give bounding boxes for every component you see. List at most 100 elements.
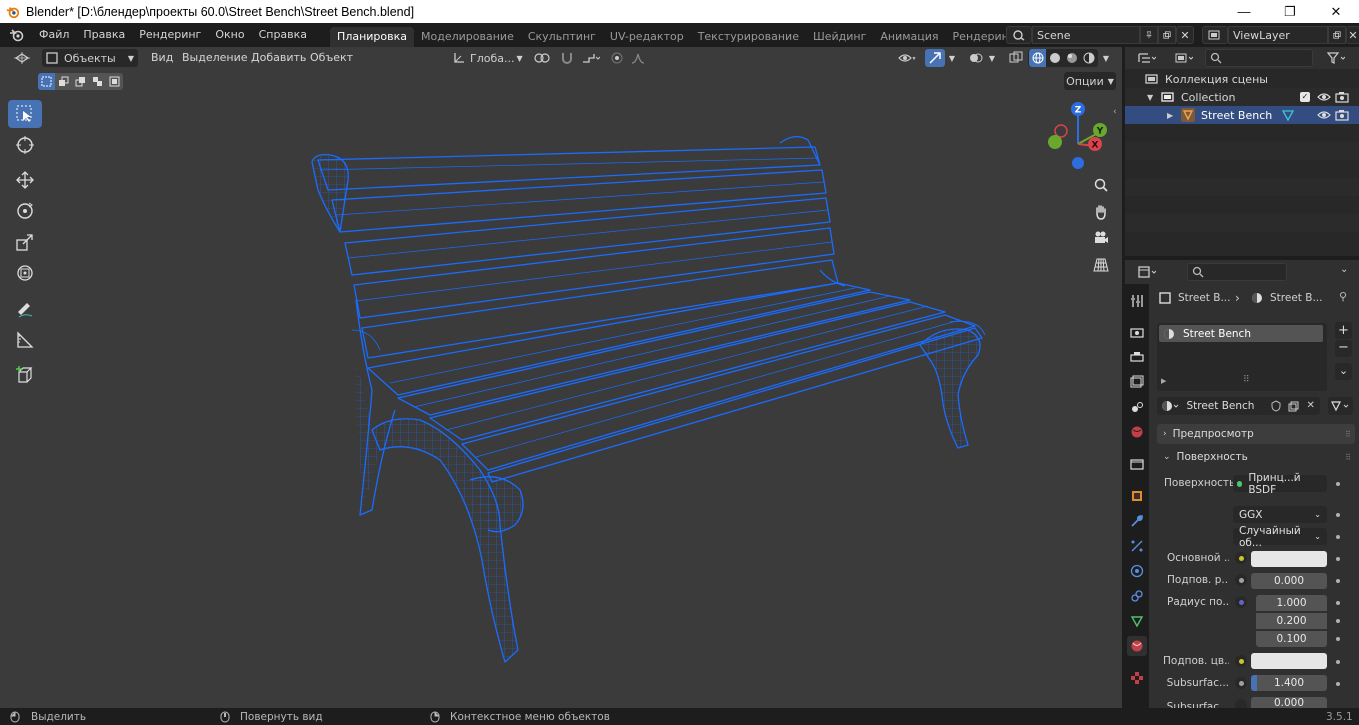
pan-button[interactable] [1089, 200, 1113, 224]
eye-icon[interactable] [1317, 110, 1331, 120]
camera-view-button[interactable] [1089, 226, 1113, 250]
subsurface-anisotropy-field[interactable]: 0.000 [1251, 697, 1327, 709]
material-name-field[interactable]: Street Bench [1182, 397, 1267, 415]
socket-purple-icon[interactable] [1235, 596, 1247, 608]
fake-user-button[interactable] [1266, 397, 1285, 415]
distribution-selector[interactable]: GGX ⌄ [1233, 506, 1327, 523]
drag-handle-icon[interactable]: ⠿ [1345, 430, 1351, 439]
neg-z-axis-button[interactable] [1072, 157, 1084, 169]
delete-scene-icon[interactable]: ✕ [1176, 26, 1194, 44]
outliner-collection[interactable]: ▼ Collection ✓ [1125, 88, 1359, 106]
surface-panel-header[interactable]: ⌄ Поверхность ⠿ [1157, 447, 1355, 467]
tab-texture-paint[interactable]: Текстурирование [691, 27, 806, 47]
delete-view-layer-icon[interactable]: ✕ [1346, 26, 1359, 44]
camera-render-icon[interactable] [1335, 109, 1349, 121]
outliner-search-input[interactable] [1205, 49, 1313, 67]
blender-menu-icon[interactable] [2, 25, 32, 45]
base-color-swatch[interactable] [1251, 551, 1327, 567]
render-tab[interactable] [1127, 322, 1147, 342]
minimize-button[interactable]: — [1221, 0, 1267, 23]
chevron-down-icon[interactable]: ⌄ [1340, 264, 1348, 275]
physics-tab[interactable] [1127, 561, 1147, 581]
material-slot-row[interactable]: Street Bench [1159, 325, 1323, 342]
unlink-material-button[interactable]: ✕ [1301, 397, 1320, 415]
subsurface-radius-y-field[interactable]: 0.200 [1256, 613, 1327, 629]
material-tab[interactable] [1127, 636, 1147, 656]
eye-icon[interactable] [1317, 92, 1331, 102]
neg-x-axis-button[interactable] [1054, 124, 1068, 138]
tab-sculpting[interactable]: Скульптинг [521, 27, 603, 47]
view-layer-selector[interactable]: ViewLayer [1228, 26, 1328, 44]
tab-modeling[interactable]: Моделирование [414, 27, 521, 47]
display-mode-selector[interactable] [1169, 49, 1199, 67]
keyframe-dot[interactable] [1336, 513, 1340, 517]
scene-selector[interactable]: Scene [1032, 26, 1140, 44]
socket-grey-icon[interactable] [1235, 574, 1247, 586]
particles-tab[interactable] [1127, 536, 1147, 556]
scene-pin-icon[interactable] [1140, 26, 1158, 44]
neg-y-axis-button[interactable] [1048, 135, 1062, 149]
new-view-layer-icon[interactable] [1328, 26, 1346, 44]
add-slot-button[interactable]: + [1335, 322, 1352, 339]
expand-arrow-icon[interactable]: ▶ [1167, 111, 1181, 120]
outliner-scene-collection[interactable]: Коллекция сцены [1125, 70, 1359, 88]
subsurface-color-swatch[interactable] [1251, 653, 1327, 669]
socket-grey-icon[interactable] [1235, 677, 1247, 689]
collapse-arrow-icon[interactable]: ▼ [1147, 93, 1161, 102]
texture-tab[interactable] [1127, 668, 1147, 688]
keyframe-dot[interactable] [1336, 660, 1340, 664]
navigation-gizmo[interactable]: Z Y X [1040, 97, 1112, 172]
view-layer-type-icon[interactable] [1202, 26, 1228, 44]
preview-panel-header[interactable]: › Предпросмотр ⠿ [1157, 424, 1355, 444]
subsurface-method-selector[interactable]: Случайный об... ⌄ [1233, 525, 1327, 549]
keyframe-dot[interactable] [1336, 557, 1340, 561]
keyframe-dot[interactable] [1336, 535, 1340, 539]
keyframe-dot[interactable] [1336, 637, 1340, 641]
material-slot-list[interactable]: Street Bench ▶ ⠿ [1157, 323, 1327, 391]
menu-window[interactable]: Окно [208, 23, 251, 47]
menu-help[interactable]: Справка [252, 23, 314, 47]
properties-search-input[interactable] [1187, 263, 1287, 281]
output-tab[interactable] [1127, 347, 1147, 367]
menu-edit[interactable]: Правка [76, 23, 132, 47]
menu-render[interactable]: Рендеринг [132, 23, 208, 47]
tab-shading[interactable]: Шейдинг [806, 27, 873, 47]
object-data-tab[interactable] [1127, 611, 1147, 631]
keyframe-dot[interactable] [1336, 601, 1340, 605]
resize-grip-icon[interactable]: ⠿ [1243, 375, 1250, 385]
duplicate-material-button[interactable] [1284, 397, 1302, 415]
object-tab[interactable] [1127, 486, 1147, 506]
tool-tab[interactable] [1127, 291, 1147, 311]
world-tab[interactable] [1127, 422, 1147, 442]
remove-slot-button[interactable]: − [1335, 340, 1352, 357]
socket-grey-icon[interactable] [1235, 699, 1247, 708]
socket-yellow-icon[interactable] [1235, 655, 1247, 667]
subsurface-field[interactable]: 0.000 [1251, 573, 1327, 589]
keyframe-dot[interactable] [1336, 682, 1340, 686]
mesh-data-icon[interactable] [1281, 109, 1295, 121]
keyframe-dot[interactable] [1336, 482, 1340, 486]
view-layer-tab[interactable] [1127, 372, 1147, 392]
surface-shader-selector[interactable]: Принц...й BSDF [1233, 472, 1327, 496]
zoom-button[interactable] [1089, 173, 1113, 197]
3d-viewport[interactable]: Объекты ▼ Вид Выделение Добавить Объект … [0, 47, 1122, 708]
maximize-button[interactable]: ❐ [1267, 0, 1313, 23]
close-button[interactable]: ✕ [1313, 0, 1359, 23]
drag-handle-icon[interactable]: ⠿ [1345, 453, 1351, 462]
tab-animation[interactable]: Анимация [873, 27, 945, 47]
subsurface-radius-z-field[interactable]: 0.100 [1256, 631, 1327, 647]
slot-specials-button[interactable]: ⌄ [1335, 363, 1352, 380]
subsurface-radius-x-field[interactable]: 1.000 [1256, 595, 1327, 611]
new-scene-icon[interactable] [1158, 26, 1176, 44]
browse-material-button[interactable] [1157, 397, 1183, 415]
scene-type-icon[interactable] [1006, 26, 1032, 44]
menu-file[interactable]: Файл [32, 23, 76, 47]
perspective-toggle-button[interactable] [1089, 253, 1113, 277]
bench-wireframe[interactable] [0, 47, 1122, 708]
keyframe-dot[interactable] [1336, 579, 1340, 583]
expand-arrow-icon[interactable]: ▶ [1161, 377, 1166, 385]
modifiers-tab[interactable] [1127, 511, 1147, 531]
link-type-selector[interactable] [1327, 397, 1353, 415]
tab-uv-editing[interactable]: UV-редактор [603, 27, 691, 47]
keyframe-dot[interactable] [1336, 619, 1340, 623]
